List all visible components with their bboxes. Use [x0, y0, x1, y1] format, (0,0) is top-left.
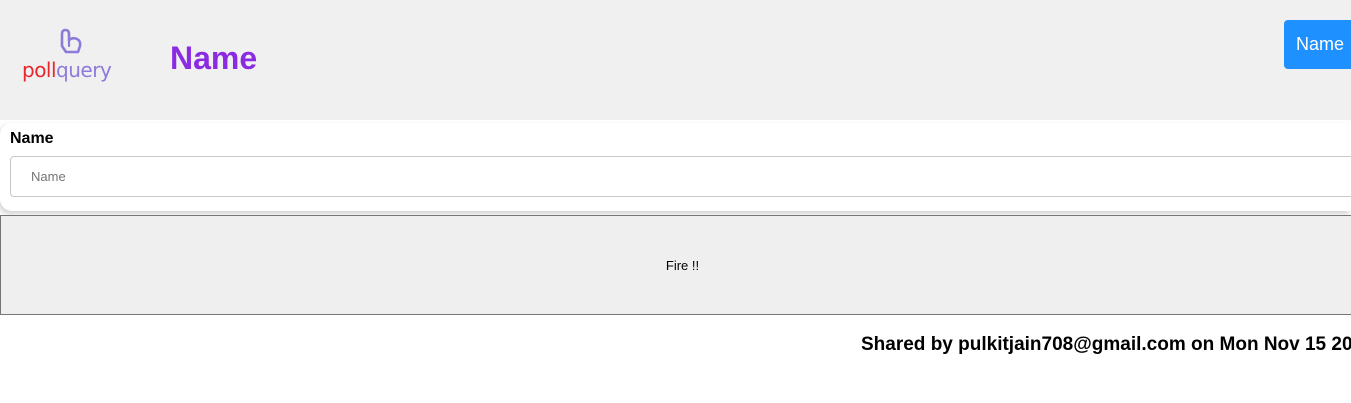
name-input[interactable] [10, 156, 1351, 197]
header-name-button[interactable]: Name [1284, 20, 1351, 69]
shared-by-text: Shared by pulkitjain708@gmail.com on Mon… [861, 334, 1351, 355]
logo-word-poll: poll [22, 58, 57, 82]
logo-wordmark: pollquery [22, 58, 112, 82]
name-form-card: Name [0, 123, 1351, 211]
page-title: Name [170, 40, 258, 76]
name-field-label: Name [10, 130, 54, 147]
logo-word-query: query [56, 58, 112, 82]
pollquery-logo[interactable]: pollquery [20, 28, 126, 84]
fire-button[interactable]: Fire !! [0, 215, 1351, 315]
raised-hand-icon [60, 28, 82, 54]
app-header: pollquery Name Name [0, 0, 1351, 120]
